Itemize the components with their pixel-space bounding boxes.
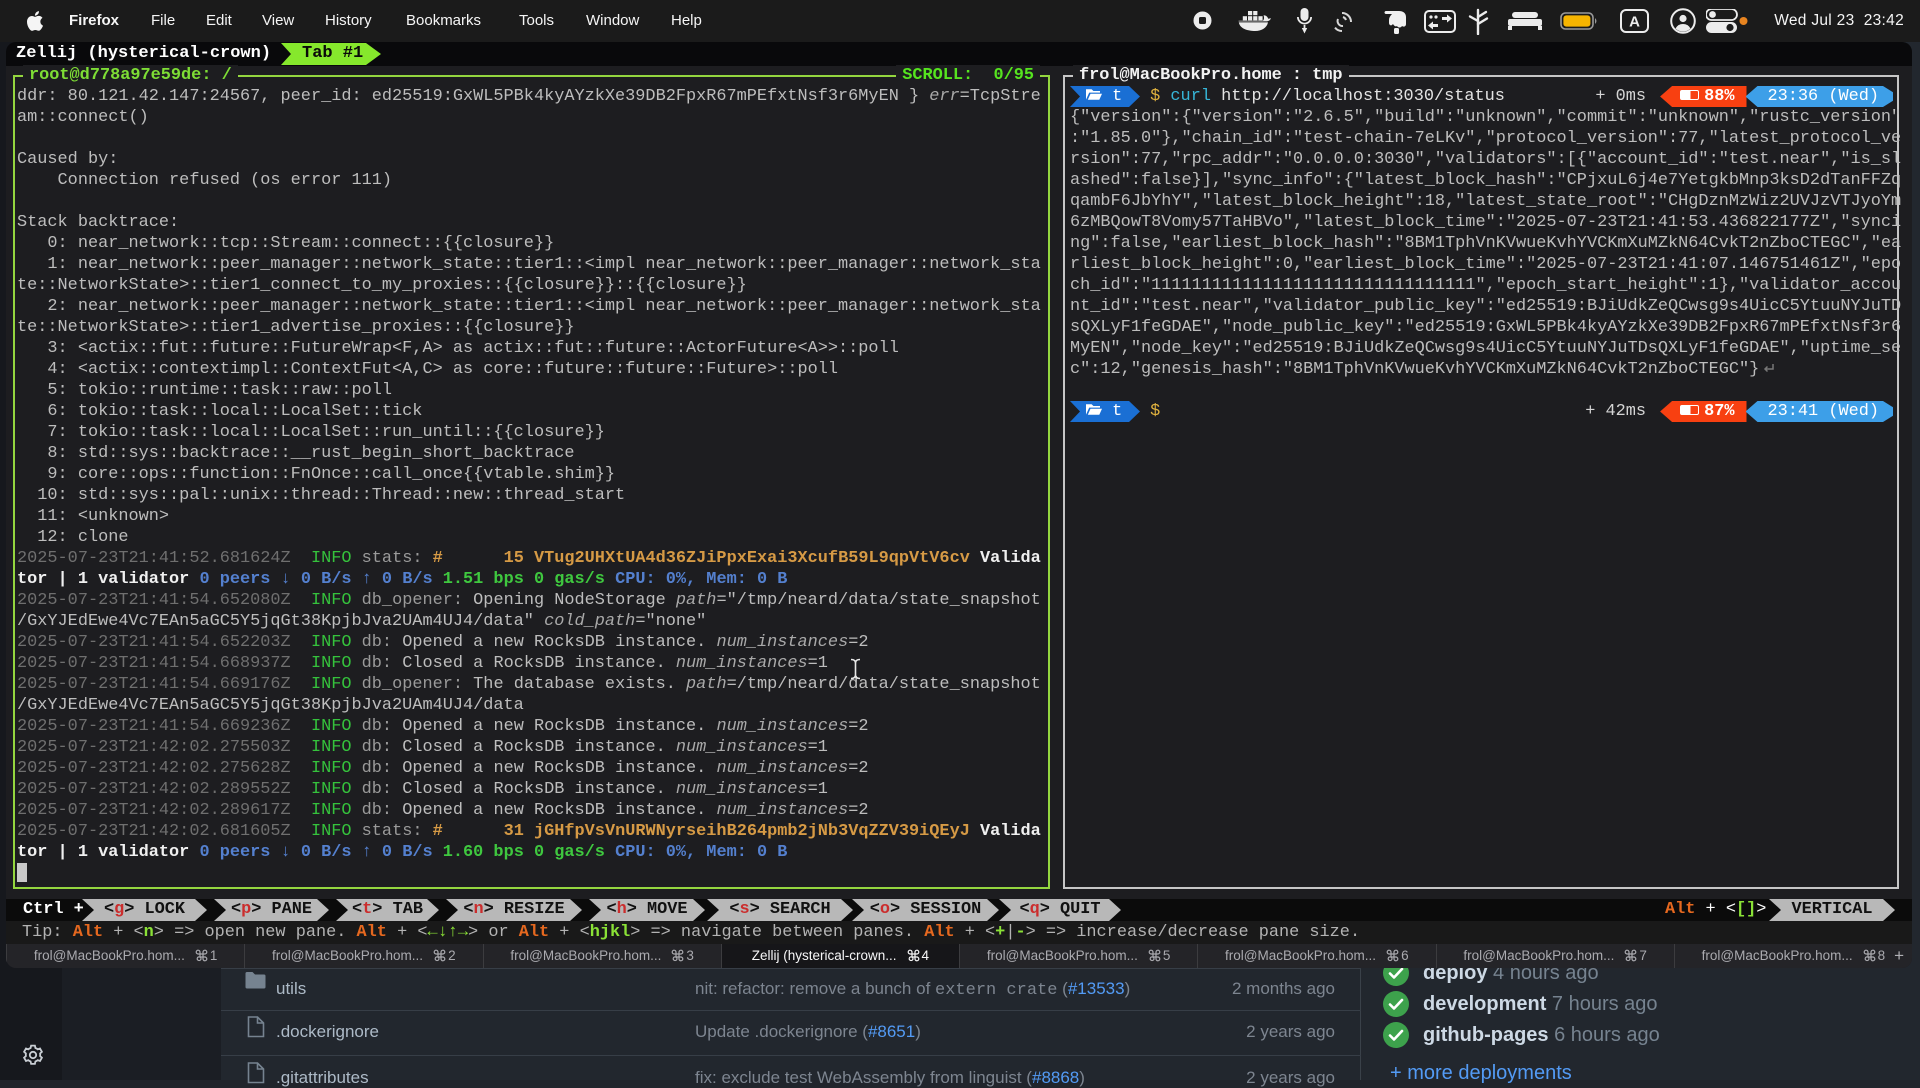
svg-text:A: A	[1629, 14, 1640, 31]
